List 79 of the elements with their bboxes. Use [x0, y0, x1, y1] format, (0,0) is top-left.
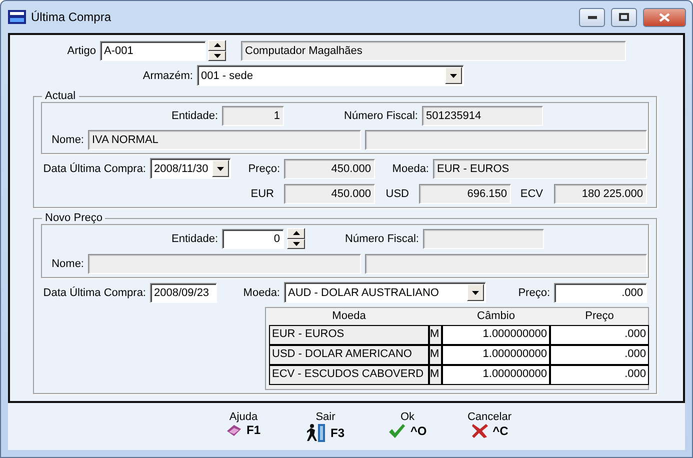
label: Data Última Compra:	[42, 162, 147, 174]
down-arrow-icon	[472, 290, 479, 294]
column-header: Moeda	[331, 310, 367, 324]
entity-field: 1	[222, 106, 284, 126]
close-icon	[470, 423, 489, 439]
table-cell: EUR - EUROS	[269, 325, 429, 345]
article-description-field: Computador Magalhães	[241, 40, 626, 60]
spin-up-button[interactable]	[208, 40, 226, 50]
price-field: 450.000	[284, 158, 375, 178]
up-arrow-icon	[214, 43, 220, 48]
toolbar-button[interactable]: Ajuda F1	[214, 411, 274, 450]
price-cell[interactable]: .000	[550, 365, 649, 385]
price-input[interactable]: .000	[554, 282, 647, 302]
app-icon	[8, 10, 26, 24]
date-input[interactable]: 2008/09/23	[150, 282, 217, 302]
date-dropdown[interactable]: 2008/11/30	[150, 158, 231, 179]
window-title: Última Compra	[31, 10, 112, 24]
label: Preço:	[517, 286, 551, 298]
label: USD	[384, 188, 410, 200]
price-cell[interactable]: .000	[550, 345, 649, 365]
dropdown-button[interactable]	[467, 284, 484, 301]
maximize-button[interactable]	[611, 8, 637, 26]
column-header: Câmbio	[476, 310, 516, 324]
rate-cell[interactable]: 1.000000000	[442, 365, 550, 385]
label: Número Fiscal:	[344, 232, 420, 244]
label: Armazém:	[142, 70, 194, 82]
close-icon	[659, 12, 670, 22]
rate-cell[interactable]: 1.000000000	[442, 345, 550, 365]
check-icon	[388, 423, 406, 439]
group-title: Novo Preço	[44, 212, 104, 224]
minimize-button[interactable]	[579, 8, 605, 26]
label: Nome:	[50, 134, 85, 146]
table-cell: M	[429, 345, 442, 365]
toolbar-button[interactable]: Sair F3	[296, 411, 356, 450]
down-arrow-icon	[217, 166, 224, 170]
label: Moeda:	[391, 162, 430, 174]
entity-input[interactable]: 0	[222, 228, 284, 248]
table-cell: M	[429, 325, 442, 345]
dropdown-button[interactable]	[212, 160, 229, 177]
spin-down-button[interactable]	[287, 238, 305, 249]
currency-field: EUR - EUROS	[433, 158, 647, 178]
label: Data Última Compra:	[42, 286, 147, 298]
table-cell: USD - DOLAR AMERICANO	[269, 345, 429, 365]
article-code-field[interactable]: A-001	[100, 40, 206, 60]
dropdown-button[interactable]	[445, 67, 462, 84]
label: Preço:	[247, 162, 281, 174]
minimize-icon	[588, 16, 596, 18]
down-arrow-icon	[214, 54, 220, 58]
warehouse-dropdown[interactable]: 001 - sede	[197, 65, 464, 86]
label: EUR	[250, 188, 275, 200]
amount-field: 450.000	[284, 184, 375, 204]
up-arrow-icon	[292, 231, 300, 236]
table-cell: M	[429, 365, 442, 385]
toolbar-button[interactable]: Ok ^O	[378, 411, 438, 450]
rate-cell[interactable]: 1.000000000	[442, 325, 550, 345]
label: Nome:	[50, 258, 85, 270]
table-cell: ECV - ESCUDOS CABOVERD	[269, 365, 429, 385]
close-button[interactable]	[643, 8, 686, 26]
label: Entidade:	[170, 110, 219, 122]
label: Artigo	[66, 44, 97, 56]
down-arrow-icon	[292, 242, 300, 246]
spin-up-button[interactable]	[287, 228, 305, 238]
currency-dropdown[interactable]: AUD - DOLAR AUSTRALIANO	[284, 282, 486, 303]
label: Número Fiscal:	[343, 110, 419, 122]
down-arrow-icon	[450, 74, 457, 78]
price-cell[interactable]: .000	[550, 325, 649, 345]
person-door-icon	[306, 423, 326, 443]
label: ECV	[519, 188, 544, 200]
maximize-icon	[619, 13, 629, 21]
label: Moeda:	[242, 286, 281, 298]
column-header: Preço	[584, 310, 615, 324]
amount-field: 696.150	[419, 184, 511, 204]
label: Entidade:	[170, 232, 219, 244]
amount-field: 180 225.000	[554, 184, 647, 204]
group-title: Actual	[44, 90, 77, 102]
tax-number-field: 501235914	[422, 106, 543, 126]
toolbar-button[interactable]: Cancelar ^C	[460, 411, 520, 450]
spin-down-button[interactable]	[208, 50, 226, 61]
name-field: IVA NORMAL	[88, 130, 361, 150]
